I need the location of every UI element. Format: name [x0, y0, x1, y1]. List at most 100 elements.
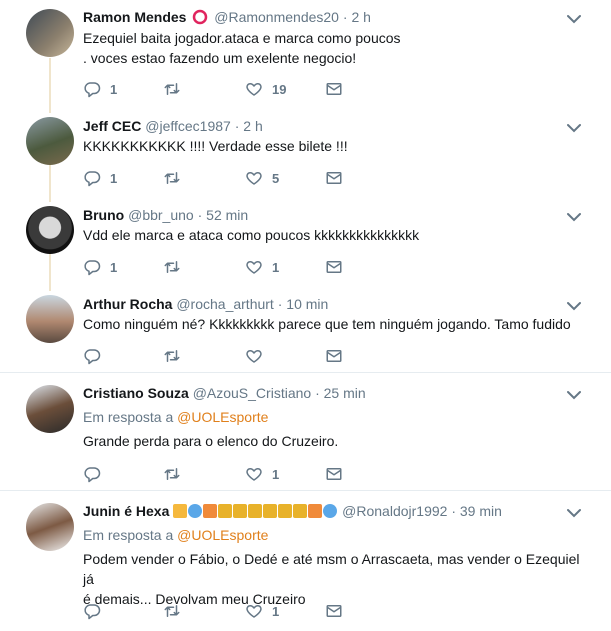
separator: · — [197, 207, 203, 223]
envelope-icon — [325, 465, 343, 483]
emoji-row — [173, 503, 342, 519]
tweet-text: Grande perda para o elenco do Cruzeiro. — [83, 433, 339, 449]
tweet-text: . voces estao fazendo um exelente negoci… — [83, 50, 357, 66]
chevron-down-icon[interactable] — [567, 301, 581, 311]
retweet-button[interactable] — [163, 346, 190, 366]
avatar[interactable] — [26, 385, 74, 433]
like-button[interactable]: 1 — [245, 601, 279, 621]
direct-message-button[interactable] — [325, 79, 343, 99]
avatar[interactable] — [26, 117, 74, 165]
chevron-down-icon[interactable] — [567, 14, 581, 24]
user-name[interactable]: Junin é Hexa — [83, 503, 169, 519]
retweet-button[interactable] — [163, 601, 190, 621]
timestamp[interactable]: 2 h — [243, 118, 262, 134]
user-handle[interactable]: @bbr_uno — [128, 207, 194, 223]
reply-prefix: Em resposta a — [83, 409, 174, 425]
tweet[interactable]: Junin é Hexa @Ronaldojr1992 · 39 min Em … — [0, 491, 611, 631]
timestamp[interactable]: 39 min — [460, 503, 502, 519]
chevron-down-icon[interactable] — [567, 212, 581, 222]
envelope-icon — [325, 80, 343, 98]
retweet-icon — [163, 347, 181, 365]
heart-icon — [245, 465, 263, 483]
user-handle[interactable]: @AzouS_Cristiano — [193, 385, 312, 401]
like-count: 1 — [272, 603, 280, 619]
timestamp[interactable]: 25 min — [324, 385, 366, 401]
reply-button[interactable] — [83, 464, 110, 484]
user-handle[interactable]: @Ronaldojr1992 — [342, 503, 447, 519]
tweet-text: Ezequiel baita jogador.ataca e marca com… — [83, 30, 401, 46]
tweet-text: Vdd ele marca e ataca como poucos kkkkkk… — [83, 227, 420, 243]
like-button[interactable]: 5 — [245, 168, 279, 188]
reply-button[interactable]: 1 — [83, 168, 117, 188]
chevron-down-icon[interactable] — [567, 390, 581, 400]
reply-button[interactable] — [83, 601, 110, 621]
avatar[interactable] — [26, 295, 74, 343]
like-button[interactable]: 1 — [245, 464, 279, 484]
reply-to-link[interactable]: @UOLEsporte — [177, 409, 268, 425]
user-name[interactable]: Jeff CEC — [83, 118, 141, 134]
trophy-emoji-icon — [278, 504, 293, 518]
like-count: 1 — [272, 466, 280, 482]
retweet-icon — [163, 258, 181, 276]
reply-to-link[interactable]: @UOLEsporte — [177, 527, 268, 543]
reply-button[interactable] — [83, 346, 110, 366]
envelope-icon — [325, 602, 343, 620]
retweet-button[interactable] — [163, 79, 190, 99]
like-button[interactable] — [245, 346, 272, 366]
separator: · — [234, 118, 240, 134]
reply-button[interactable]: 1 — [83, 79, 117, 99]
envelope-icon — [325, 169, 343, 187]
user-name[interactable]: Arthur Rocha — [83, 296, 172, 312]
separator: · — [277, 296, 283, 312]
direct-message-button[interactable] — [325, 346, 343, 366]
like-count: 1 — [272, 259, 280, 275]
like-count: 5 — [272, 170, 280, 186]
retweet-button[interactable] — [163, 464, 190, 484]
timestamp[interactable]: 2 h — [351, 9, 370, 25]
like-button[interactable]: 1 — [245, 257, 279, 277]
tweet[interactable]: Ramon Mendes @Ramonmendes20 · 2 h Ezequi… — [0, 0, 611, 106]
chevron-down-icon[interactable] — [567, 508, 581, 518]
tweet[interactable]: Bruno @bbr_uno · 52 min Vdd ele marca e … — [0, 195, 611, 284]
timestamp[interactable]: 52 min — [206, 207, 248, 223]
reply-context: Em resposta a @UOLEsporte — [83, 409, 268, 425]
avatar[interactable] — [26, 9, 74, 57]
retweet-button[interactable] — [163, 257, 190, 277]
user-name[interactable]: Bruno — [83, 207, 124, 223]
tweet-text: Podem vender o Fábio, o Dedé e até msm o… — [83, 551, 580, 587]
trophy-emoji-icon — [248, 504, 263, 518]
circle-emoji-icon — [193, 9, 208, 25]
heart-icon — [245, 258, 263, 276]
reply-icon — [83, 602, 101, 620]
timestamp[interactable]: 10 min — [286, 296, 328, 312]
fox-emoji-icon — [308, 504, 323, 518]
retweet-button[interactable] — [163, 168, 190, 188]
user-name[interactable]: Cristiano Souza — [83, 385, 189, 401]
reply-button[interactable]: 1 — [83, 257, 117, 277]
like-button[interactable]: 19 — [245, 79, 286, 99]
trophy-emoji-icon — [263, 504, 278, 518]
tweet[interactable]: Jeff CEC @jeffcec1987 · 2 h KKKKKKKKKKK … — [0, 106, 611, 195]
separator: · — [342, 9, 348, 25]
avatar[interactable] — [26, 206, 74, 254]
avatar[interactable] — [26, 503, 74, 551]
user-name[interactable]: Ramon Mendes — [83, 9, 186, 25]
user-handle[interactable]: @rocha_arthurt — [176, 296, 273, 312]
direct-message-button[interactable] — [325, 257, 343, 277]
chevron-down-icon[interactable] — [567, 123, 581, 133]
direct-message-button[interactable] — [325, 464, 343, 484]
reply-count: 1 — [110, 170, 118, 186]
user-handle[interactable]: @Ramonmendes20 — [214, 9, 339, 25]
direct-message-button[interactable] — [325, 601, 343, 621]
direct-message-button[interactable] — [325, 168, 343, 188]
reply-context: Em resposta a @UOLEsporte — [83, 527, 268, 543]
tweet[interactable]: Cristiano Souza @AzouS_Cristiano · 25 mi… — [0, 373, 611, 489]
user-handle[interactable]: @jeffcec1987 — [145, 118, 231, 134]
tweet[interactable]: Arthur Rocha @rocha_arthurt · 10 min Com… — [0, 284, 611, 372]
reply-icon — [83, 258, 101, 276]
retweet-icon — [163, 602, 181, 620]
reply-icon — [83, 347, 101, 365]
heart-icon — [245, 602, 263, 620]
heart-icon — [245, 80, 263, 98]
trophy-emoji-icon — [218, 504, 233, 518]
